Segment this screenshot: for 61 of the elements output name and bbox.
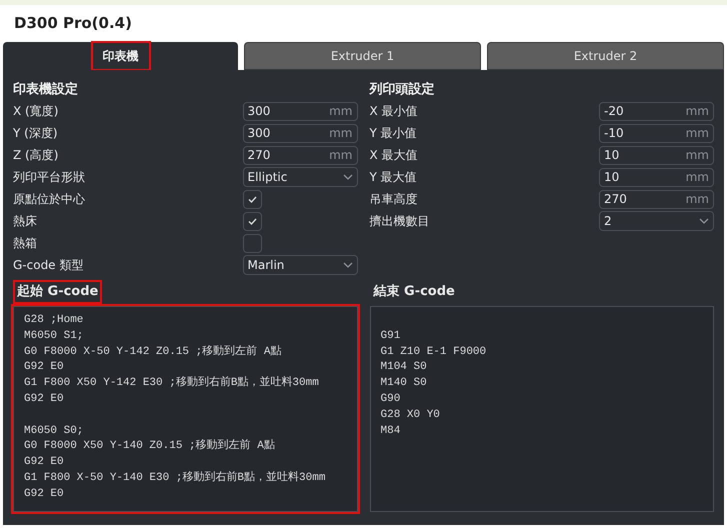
code-line: G92 E0 <box>24 360 65 376</box>
tab[interactable]: Extruder 1 <box>244 42 481 70</box>
field-label: 熱箱 <box>13 235 37 252</box>
chevron-down-icon <box>342 174 352 180</box>
field-label: X 最小值 <box>370 103 418 120</box>
code-line: G92 E0 <box>24 486 65 502</box>
code-line: G0 F8000 X-50 Y-142 Z0.15 ;移動到左前 A點 <box>24 344 282 360</box>
checkbox[interactable] <box>242 190 262 208</box>
code-line: G92 E0 <box>24 392 65 407</box>
code-line: G28 X0 Y0 <box>380 408 441 423</box>
code-line: G28 ;Home <box>24 313 84 328</box>
code-line: G92 E0 <box>24 455 65 470</box>
section-heading: 列印頭設定 <box>370 80 436 99</box>
code-line: G1 Z10 E-1 F9000 <box>380 344 488 360</box>
field-label: 列印平台形狀 <box>13 169 85 186</box>
code-line: G0 F8000 X50 Y-140 Z0.15 ;移動到左前 A點 <box>24 439 276 454</box>
checkmark-icon <box>248 196 256 202</box>
number-field[interactable]: 270 mm <box>599 190 714 208</box>
chevron-down-icon <box>699 218 709 224</box>
field-label: Z (高度) <box>13 147 58 164</box>
field-label: G-code 類型 <box>13 257 84 274</box>
number-field[interactable]: -20 mm <box>599 102 714 120</box>
checkmark-icon <box>248 218 256 224</box>
dropdown[interactable]: Elliptic <box>242 167 358 187</box>
checkbox[interactable] <box>242 212 262 230</box>
window-title: D300 Pro(0.4) <box>14 13 132 34</box>
code-line: G90 <box>380 392 402 407</box>
code-editor[interactable]: G91 G1 Z10 E-1 F9000 M104 S0 M140 S0 G90 G28 X0 Y0 M84 <box>370 306 714 512</box>
dropdown[interactable]: Marlin <box>242 255 358 275</box>
field-label: 擠出機數目 <box>370 213 430 230</box>
field-label: X (寬度) <box>13 103 58 120</box>
code-line: M6050 S1; <box>24 328 84 344</box>
number-field[interactable]: 10 mm <box>599 168 714 186</box>
field-label: 吊車高度 <box>370 191 418 208</box>
field-label: Y 最小值 <box>370 125 417 142</box>
code-editor[interactable] <box>13 306 358 512</box>
field-label: X 最大值 <box>370 147 418 164</box>
dropdown[interactable]: 2 <box>599 211 714 231</box>
field-label: Y (深度) <box>13 125 58 142</box>
code-line: G1 F800 X50 Y-142 E30 ;移動到右前B點，並吐料30mm <box>24 376 320 392</box>
field-label: Y 最大值 <box>370 169 417 186</box>
code-line: G91 <box>380 328 402 344</box>
field-label: 熱床 <box>13 213 37 230</box>
code-line: G1 F800 X-50 Y-140 E30 ;移動到右前B點，並吐料30mm <box>24 470 326 486</box>
code-line: M104 S0 <box>380 360 428 376</box>
section-heading: 結束 G-code <box>372 283 456 302</box>
number-field[interactable]: 300 mm <box>242 124 358 142</box>
number-field[interactable]: 10 mm <box>599 146 714 164</box>
code-line: M6050 S0; <box>24 424 84 439</box>
tab[interactable]: 印表機 <box>3 42 238 70</box>
checkbox[interactable] <box>242 234 262 252</box>
chevron-down-icon <box>342 262 352 268</box>
section-heading: 起始 G-code <box>13 280 102 304</box>
tab[interactable]: Extruder 2 <box>487 42 724 70</box>
code-line: M140 S0 <box>380 376 428 392</box>
section-heading: 印表機設定 <box>13 80 79 99</box>
code-line: M84 <box>380 424 402 439</box>
number-field[interactable]: 270 mm <box>242 146 358 164</box>
field-label: 原點位於中心 <box>13 191 85 208</box>
number-field[interactable]: -10 mm <box>599 124 714 142</box>
number-field[interactable]: 300 mm <box>242 102 358 120</box>
